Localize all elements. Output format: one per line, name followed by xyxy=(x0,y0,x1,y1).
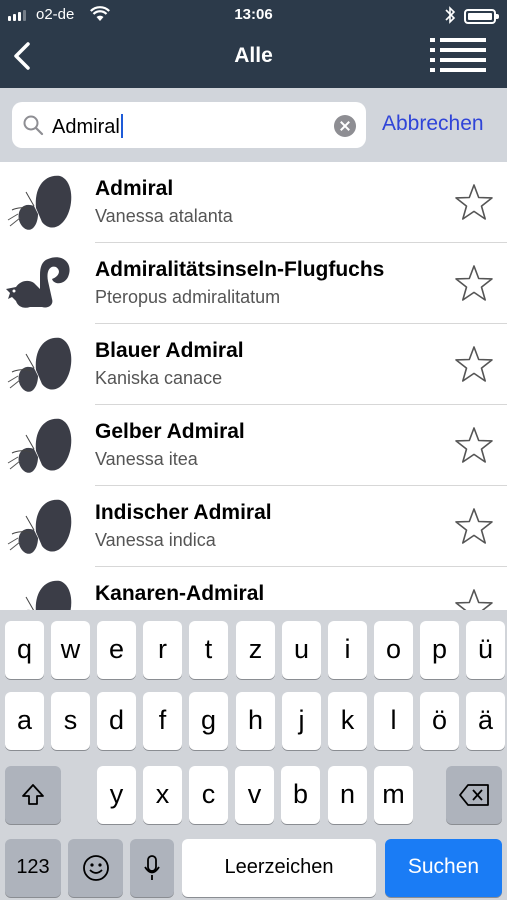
butterfly-icon xyxy=(4,494,76,560)
key-w[interactable]: w xyxy=(51,621,90,679)
key-i[interactable]: i xyxy=(328,621,367,679)
key-f[interactable]: f xyxy=(143,692,182,750)
species-name: Admiralitätsinseln-Flugfuchs xyxy=(95,258,385,281)
list-menu-icon[interactable] xyxy=(430,36,488,78)
navigation-bar: o2-de 13:06 Alle xyxy=(0,0,507,88)
key-e[interactable]: e xyxy=(97,621,136,679)
key-n[interactable]: n xyxy=(328,766,367,824)
butterfly-icon xyxy=(4,413,76,479)
key-y[interactable]: y xyxy=(97,766,136,824)
emoji-key[interactable] xyxy=(68,839,123,897)
search-input[interactable]: Admiral xyxy=(12,102,366,148)
clear-search-icon[interactable] xyxy=(334,115,356,137)
cancel-button[interactable]: Abbrechen xyxy=(382,112,484,136)
key-j[interactable]: j xyxy=(282,692,321,750)
key-p[interactable]: p xyxy=(420,621,459,679)
species-name: Gelber Admiral xyxy=(95,420,245,443)
result-row[interactable]: Admiral Vanessa atalanta xyxy=(0,162,507,243)
scientific-name: Vanessa atalanta xyxy=(95,206,233,226)
species-name: Blauer Admiral xyxy=(95,339,244,362)
numbers-key[interactable]: 123 xyxy=(5,839,61,897)
butterfly-icon xyxy=(4,332,76,398)
key-u[interactable]: u xyxy=(282,621,321,679)
search-key[interactable]: Suchen xyxy=(385,839,502,897)
key-h[interactable]: h xyxy=(236,692,275,750)
scientific-name: Vanessa indica xyxy=(95,530,216,550)
space-key[interactable]: Leerzeichen xyxy=(182,839,376,897)
key-k[interactable]: k xyxy=(328,692,367,750)
key-o[interactable]: o xyxy=(374,621,413,679)
results-list: Admiral Vanessa atalanta Admiralitätsinsel… xyxy=(0,162,507,610)
key-ä[interactable]: ä xyxy=(466,692,505,750)
key-b[interactable]: b xyxy=(281,766,320,824)
key-s[interactable]: s xyxy=(51,692,90,750)
favorite-star-icon[interactable] xyxy=(454,425,494,465)
battery-icon xyxy=(464,9,499,24)
key-a[interactable]: a xyxy=(5,692,44,750)
dictation-key[interactable] xyxy=(130,839,174,897)
scientific-name: Kaniska canace xyxy=(95,368,223,388)
favorite-star-icon[interactable] xyxy=(454,344,494,384)
bluetooth-icon xyxy=(445,6,456,24)
scientific-name: Vanessa itea xyxy=(95,449,198,469)
key-d[interactable]: d xyxy=(97,692,136,750)
favorite-star-icon[interactable] xyxy=(454,506,494,546)
key-l[interactable]: l xyxy=(374,692,413,750)
search-query-text: Admiral xyxy=(52,114,123,139)
result-row[interactable]: Gelber Admiral Vanessa itea xyxy=(0,405,507,486)
favorite-star-icon[interactable] xyxy=(454,587,494,610)
favorite-star-icon[interactable] xyxy=(454,263,494,303)
emoji-icon xyxy=(82,855,109,881)
result-row[interactable]: Admiralitätsinseln-Flugfuchs Pteropus adm… xyxy=(0,243,507,324)
species-name: Kanaren-Admiral xyxy=(95,582,265,605)
species-name: Indischer Admiral xyxy=(95,501,272,524)
result-row[interactable]: Indischer Admiral Vanessa indica xyxy=(0,486,507,567)
status-bar: o2-de 13:06 xyxy=(0,0,507,30)
result-row[interactable]: Kanaren-Admiral xyxy=(0,567,507,610)
scientific-name: Pteropus admiralitatum xyxy=(95,287,281,307)
key-m[interactable]: m xyxy=(374,766,413,824)
backspace-key[interactable] xyxy=(446,766,502,824)
butterfly-icon xyxy=(4,575,76,610)
key-q[interactable]: q xyxy=(5,621,44,679)
key-z[interactable]: z xyxy=(236,621,275,679)
key-t[interactable]: t xyxy=(189,621,228,679)
key-c[interactable]: c xyxy=(189,766,228,824)
key-r[interactable]: r xyxy=(143,621,182,679)
butterfly-icon xyxy=(4,170,76,236)
squirrel-icon xyxy=(4,251,76,317)
microphone-icon xyxy=(144,855,160,880)
search-icon xyxy=(23,115,44,136)
key-ö[interactable]: ö xyxy=(420,692,459,750)
key-g[interactable]: g xyxy=(189,692,228,750)
key-x[interactable]: x xyxy=(143,766,182,824)
key-v[interactable]: v xyxy=(235,766,274,824)
search-bar: Admiral Abbrechen xyxy=(0,88,507,162)
key-ü[interactable]: ü xyxy=(466,621,505,679)
status-time: 13:06 xyxy=(234,6,273,23)
species-name: Admiral xyxy=(95,177,174,200)
result-row[interactable]: Blauer Admiral Kaniska canace xyxy=(0,324,507,405)
favorite-star-icon[interactable] xyxy=(454,182,494,222)
keyboard: q w e r t z u i o p ü a s d f g h j k l ö ä y x c v b n m 123 Leerzeic… xyxy=(0,610,507,900)
backspace-icon xyxy=(459,784,489,806)
shift-key[interactable] xyxy=(5,766,61,824)
shift-icon xyxy=(22,784,44,805)
